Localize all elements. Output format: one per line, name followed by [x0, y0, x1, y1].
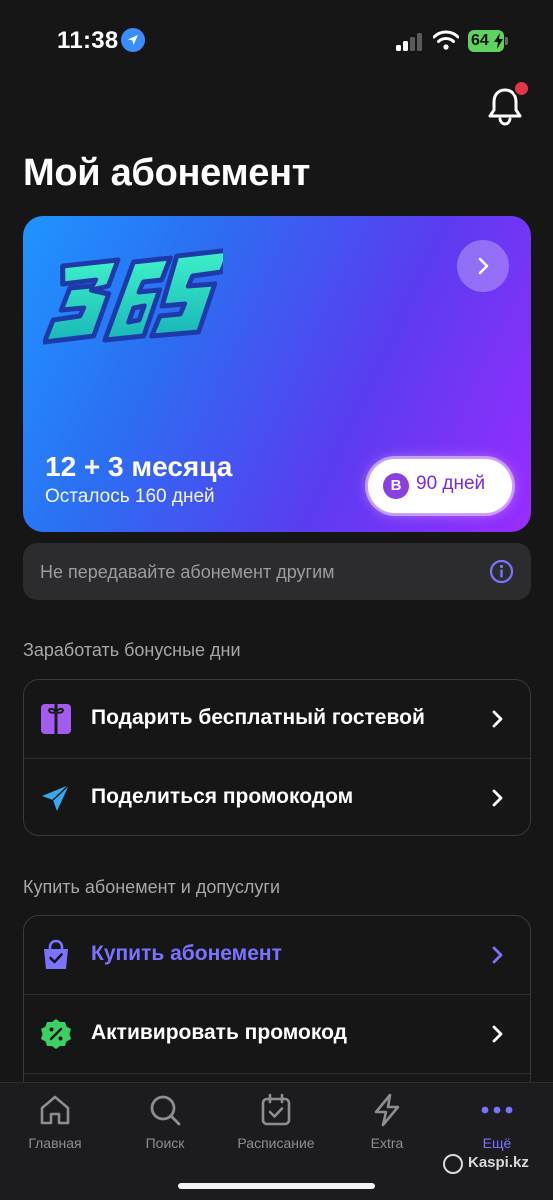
transfer-notice[interactable]: Не передавайте абонемент другим: [23, 543, 531, 600]
tab-schedule-label: Расписание: [237, 1135, 315, 1151]
page-title: Мой абонемент: [23, 152, 311, 194]
bonus-letter-icon: B: [383, 473, 409, 499]
more-icon: [481, 1106, 513, 1114]
buy-subscription-label: Купить абонемент: [91, 942, 282, 965]
chevron-right-icon: [486, 943, 508, 967]
gift-guest-pass-label: Подарить бесплатный гостевой: [91, 706, 425, 729]
tab-more[interactable]: Ещё: [447, 1093, 547, 1163]
send-icon: [40, 782, 72, 814]
notice-text: Не передавайте абонемент другим: [40, 562, 335, 582]
logo-365-icon: [41, 236, 233, 356]
status-bar: 11:38 64: [0, 0, 553, 80]
activate-promocode-label: Активировать промокод: [91, 1021, 347, 1044]
cellular-signal-icon: [396, 33, 424, 51]
search-icon: [150, 1095, 181, 1126]
home-indicator[interactable]: [178, 1183, 375, 1189]
info-icon[interactable]: [489, 559, 514, 584]
wifi-icon: [432, 30, 460, 50]
kaspi-logo-icon: [443, 1154, 463, 1174]
gift-icon: [40, 703, 72, 735]
share-promocode-row[interactable]: Поделиться промокодом: [24, 759, 530, 835]
activate-promocode-row[interactable]: Активировать промокод: [24, 995, 530, 1073]
tab-schedule[interactable]: Расписание: [226, 1093, 326, 1163]
lightning-icon: [374, 1093, 400, 1127]
share-promocode-label: Поделиться промокодом: [91, 785, 354, 808]
shopping-bag-icon: [40, 939, 72, 971]
notification-dot: [513, 80, 530, 97]
buy-section-title: Купить абонемент и допуслуги: [23, 877, 281, 897]
home-icon: [40, 1095, 70, 1125]
watermark-text: Kaspi.kz: [468, 1154, 529, 1171]
discount-badge-icon: [40, 1018, 72, 1050]
plan-remaining-days: Осталось 160 дней: [45, 486, 215, 507]
chevron-right-icon: [486, 707, 508, 731]
tab-extra[interactable]: Extra: [337, 1093, 437, 1163]
buy-subscription-row[interactable]: Купить абонемент: [24, 916, 530, 994]
status-time: 11:38: [57, 27, 119, 54]
bonus-days-badge[interactable]: B 90 дней: [368, 459, 512, 513]
bonus-actions-group: Подарить бесплатный гостевой Поделиться …: [23, 679, 531, 836]
tab-search-label: Поиск: [145, 1135, 185, 1151]
calendar-icon: [261, 1093, 291, 1126]
tab-extra-label: Extra: [370, 1135, 404, 1151]
tab-home[interactable]: Главная: [5, 1093, 105, 1163]
chevron-right-icon: [486, 786, 508, 810]
subscription-card[interactable]: 12 + 3 месяца Осталось 160 дней B 90 дне…: [23, 216, 531, 532]
tab-more-label: Ещё: [482, 1135, 512, 1151]
app-screen: 11:38 64 Мой абонемент 12 + 3 месяца Ост…: [0, 0, 553, 1200]
tab-search[interactable]: Поиск: [115, 1093, 215, 1163]
plan-name: 12 + 3 месяца: [45, 451, 233, 482]
gift-guest-pass-row[interactable]: Подарить бесплатный гостевой: [24, 680, 530, 758]
open-subscription-chevron-icon[interactable]: [457, 240, 509, 292]
bonus-days-label: 90 дней: [416, 473, 486, 494]
battery-level: 64: [471, 32, 489, 49]
row-divider: [24, 1073, 530, 1074]
battery-icon: 64: [468, 30, 508, 52]
location-arrow-icon: [121, 28, 145, 52]
buy-actions-group: Купить абонемент Активировать промокод: [23, 915, 531, 1095]
tab-home-label: Главная: [28, 1135, 82, 1151]
chevron-right-icon: [486, 1022, 508, 1046]
bonus-section-title: Заработать бонусные дни: [23, 640, 241, 660]
